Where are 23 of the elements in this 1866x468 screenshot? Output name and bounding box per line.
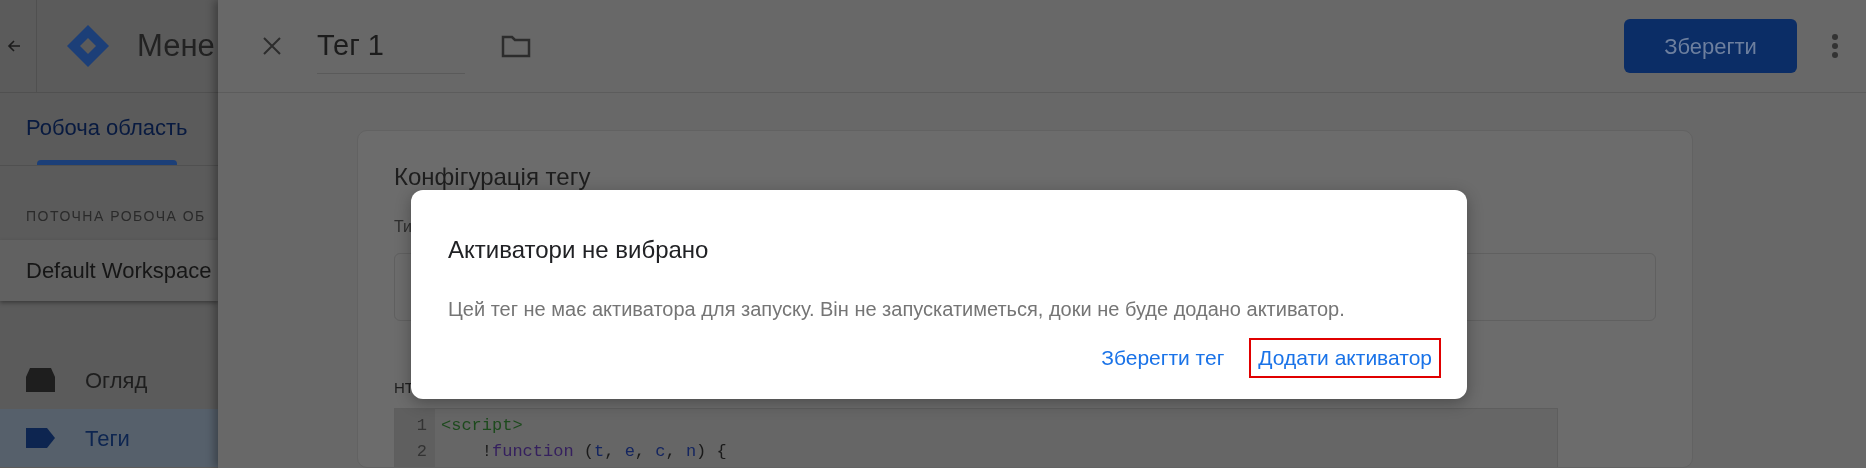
card-title: Конфігурація тегу [394, 162, 592, 192]
workspace-selector[interactable]: Default Workspace [0, 240, 218, 301]
code-line: <script> [441, 414, 523, 437]
tray-icon [26, 368, 55, 392]
nav-item[interactable]: Огляд [0, 351, 218, 409]
app-title: Мене [137, 26, 215, 65]
save-button[interactable]: Зберегти [1624, 19, 1797, 73]
more-menu-icon[interactable] [1831, 33, 1839, 59]
workspace-tab[interactable]: Робоча область [26, 93, 188, 165]
code-line: !function (t, e, c, n) { [480, 440, 727, 463]
dialog-title: Активатори не вибрано [448, 235, 709, 265]
tag-icon [26, 428, 55, 448]
nav-item[interactable]: Теги [0, 409, 218, 467]
save-tag-button[interactable]: Зберегти тег [1092, 338, 1234, 378]
back-arrow-icon[interactable] [6, 38, 22, 54]
field-label: HT [394, 378, 414, 398]
tag-name-field[interactable]: Тег 1 [317, 17, 465, 75]
close-icon[interactable] [263, 37, 281, 55]
diamond-logo-icon [65, 23, 111, 69]
add-trigger-button[interactable]: Додати активатор [1249, 338, 1441, 378]
folder-icon[interactable] [501, 34, 531, 58]
field-label: Ти [394, 217, 412, 237]
dialog-message: Цей тег не має активатора для запуску. Він не запускатиметься, доки не буде додано активатор. [448, 297, 1345, 322]
